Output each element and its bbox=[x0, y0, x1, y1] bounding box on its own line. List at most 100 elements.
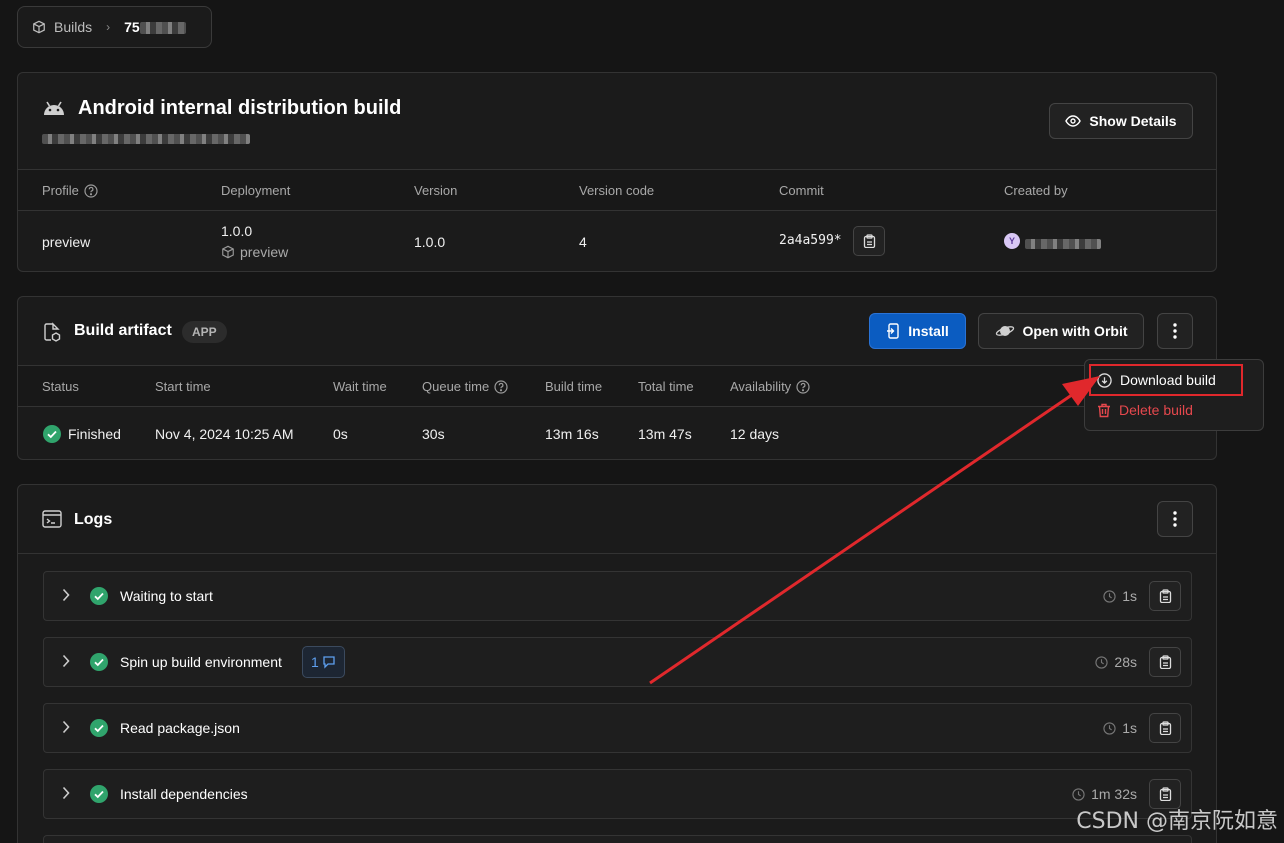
channel-icon bbox=[221, 245, 235, 259]
log-step-row[interactable]: Waiting to start 1s bbox=[43, 571, 1192, 621]
open-with-orbit-button[interactable]: Open with Orbit bbox=[978, 313, 1144, 349]
log-step-row[interactable]: Install dependencies 1m 32s bbox=[43, 769, 1192, 819]
build-id: 75 bbox=[124, 19, 140, 35]
redacted-username bbox=[1025, 236, 1101, 252]
breadcrumb: Builds › 75 bbox=[17, 6, 212, 48]
deployment-version: 1.0.0 bbox=[221, 223, 253, 239]
more-vertical-icon bbox=[1173, 511, 1177, 527]
package-icon bbox=[32, 20, 46, 34]
logs-title: Logs bbox=[74, 511, 113, 528]
breadcrumb-builds-link[interactable]: Builds bbox=[54, 19, 92, 35]
orbit-planet-icon bbox=[995, 323, 1015, 339]
logs-more-button[interactable] bbox=[1157, 501, 1193, 537]
log-step-row[interactable] bbox=[43, 835, 1192, 843]
menu-item-download-build[interactable]: Download build bbox=[1089, 364, 1243, 396]
wait-time-value: 0s bbox=[333, 426, 348, 442]
clipboard-icon bbox=[1159, 721, 1171, 735]
install-button[interactable]: Install bbox=[869, 313, 966, 349]
artifact-title: Build artifact bbox=[74, 322, 172, 339]
clipboard-icon bbox=[1159, 589, 1171, 603]
trash-icon bbox=[1097, 403, 1111, 418]
clipboard-icon bbox=[1159, 655, 1171, 669]
help-icon[interactable] bbox=[84, 183, 98, 198]
header-deployment: Deployment bbox=[221, 183, 291, 198]
artifact-type-badge: APP bbox=[182, 321, 227, 343]
android-icon bbox=[42, 99, 66, 117]
artifact-more-button[interactable] bbox=[1157, 313, 1193, 349]
terminal-icon bbox=[42, 510, 62, 528]
header-start-time: Start time bbox=[155, 379, 211, 394]
header-created-by: Created by bbox=[1004, 183, 1068, 198]
log-step-label: Waiting to start bbox=[120, 588, 213, 604]
check-circle-icon bbox=[90, 653, 108, 671]
redacted-subtitle bbox=[42, 131, 250, 147]
header-queue-time: Queue time bbox=[422, 379, 508, 394]
profile-value: preview bbox=[42, 234, 91, 250]
version-value: 1.0.0 bbox=[414, 234, 446, 250]
open-with-orbit-label: Open with Orbit bbox=[1022, 323, 1128, 339]
annotation-count-badge[interactable]: 1 bbox=[302, 646, 345, 678]
version-code-value: 4 bbox=[579, 234, 587, 250]
deployment-channel[interactable]: preview bbox=[221, 244, 288, 260]
clock-icon bbox=[1095, 655, 1109, 669]
clock-icon bbox=[1072, 787, 1085, 801]
check-circle-icon bbox=[43, 425, 61, 443]
build-time-value: 13m 16s bbox=[545, 426, 599, 442]
show-details-label: Show Details bbox=[1089, 113, 1177, 129]
breadcrumb-current: 75 bbox=[124, 19, 186, 35]
eye-icon bbox=[1065, 113, 1082, 129]
help-icon[interactable] bbox=[494, 379, 508, 394]
log-step-duration: 28s bbox=[1095, 654, 1137, 670]
commit-value[interactable]: 2a4a599* bbox=[779, 233, 842, 248]
install-label: Install bbox=[908, 323, 949, 339]
build-summary-card: Android internal distribution build Show… bbox=[17, 72, 1217, 272]
log-step-duration: 1m 32s bbox=[1072, 786, 1137, 802]
header-availability: Availability bbox=[730, 379, 810, 394]
copy-log-button[interactable] bbox=[1149, 581, 1181, 611]
start-time-value: Nov 4, 2024 10:25 AM bbox=[155, 426, 294, 442]
header-build-time: Build time bbox=[545, 379, 603, 394]
log-step-label: Spin up build environment bbox=[120, 654, 282, 670]
header-version: Version bbox=[414, 183, 458, 198]
availability-value: 12 days bbox=[730, 426, 780, 442]
redacted-id bbox=[139, 22, 186, 34]
total-time-value: 13m 47s bbox=[638, 426, 692, 442]
artifact-actions-menu: Download build Delete build bbox=[1084, 359, 1264, 431]
copy-commit-button[interactable] bbox=[853, 226, 885, 256]
header-total-time: Total time bbox=[638, 379, 694, 394]
chevron-right-icon[interactable] bbox=[62, 720, 70, 737]
copy-log-button[interactable] bbox=[1149, 713, 1181, 743]
log-step-row[interactable]: Read package.json 1s bbox=[43, 703, 1192, 753]
clipboard-icon bbox=[1159, 787, 1171, 801]
header-profile: Profile bbox=[42, 183, 98, 198]
chevron-right-icon[interactable] bbox=[62, 588, 70, 605]
chevron-right-icon[interactable] bbox=[62, 654, 70, 671]
help-icon[interactable] bbox=[796, 379, 810, 394]
download-circle-icon bbox=[1097, 372, 1112, 388]
check-circle-icon bbox=[90, 785, 108, 803]
clock-icon bbox=[1103, 721, 1116, 735]
chevron-right-icon[interactable] bbox=[62, 786, 70, 803]
log-step-label: Read package.json bbox=[120, 720, 240, 736]
more-vertical-icon bbox=[1173, 323, 1177, 339]
menu-item-delete-build[interactable]: Delete build bbox=[1097, 402, 1193, 418]
log-step-duration: 1s bbox=[1103, 720, 1137, 736]
log-step-duration: 1s bbox=[1103, 588, 1137, 604]
check-circle-icon bbox=[90, 587, 108, 605]
header-wait-time: Wait time bbox=[333, 379, 387, 394]
log-step-row[interactable]: Spin up build environment 1 28s bbox=[43, 637, 1192, 687]
copy-log-button[interactable] bbox=[1149, 647, 1181, 677]
queue-time-value: 30s bbox=[422, 426, 445, 442]
download-build-label: Download build bbox=[1120, 372, 1216, 388]
header-version-code: Version code bbox=[579, 183, 655, 198]
clock-icon bbox=[1103, 589, 1116, 603]
log-step-label: Install dependencies bbox=[120, 786, 248, 802]
watermark: CSDN @南京阮如意 bbox=[1076, 809, 1278, 834]
logs-card: Logs Waiting to start 1s Spin up build e… bbox=[17, 484, 1217, 843]
delete-build-label: Delete build bbox=[1119, 402, 1193, 418]
comment-icon bbox=[323, 656, 335, 669]
show-details-button[interactable]: Show Details bbox=[1049, 103, 1193, 139]
chevron-right-icon: › bbox=[106, 20, 111, 34]
header-commit: Commit bbox=[779, 183, 824, 198]
header-status: Status bbox=[42, 379, 79, 394]
